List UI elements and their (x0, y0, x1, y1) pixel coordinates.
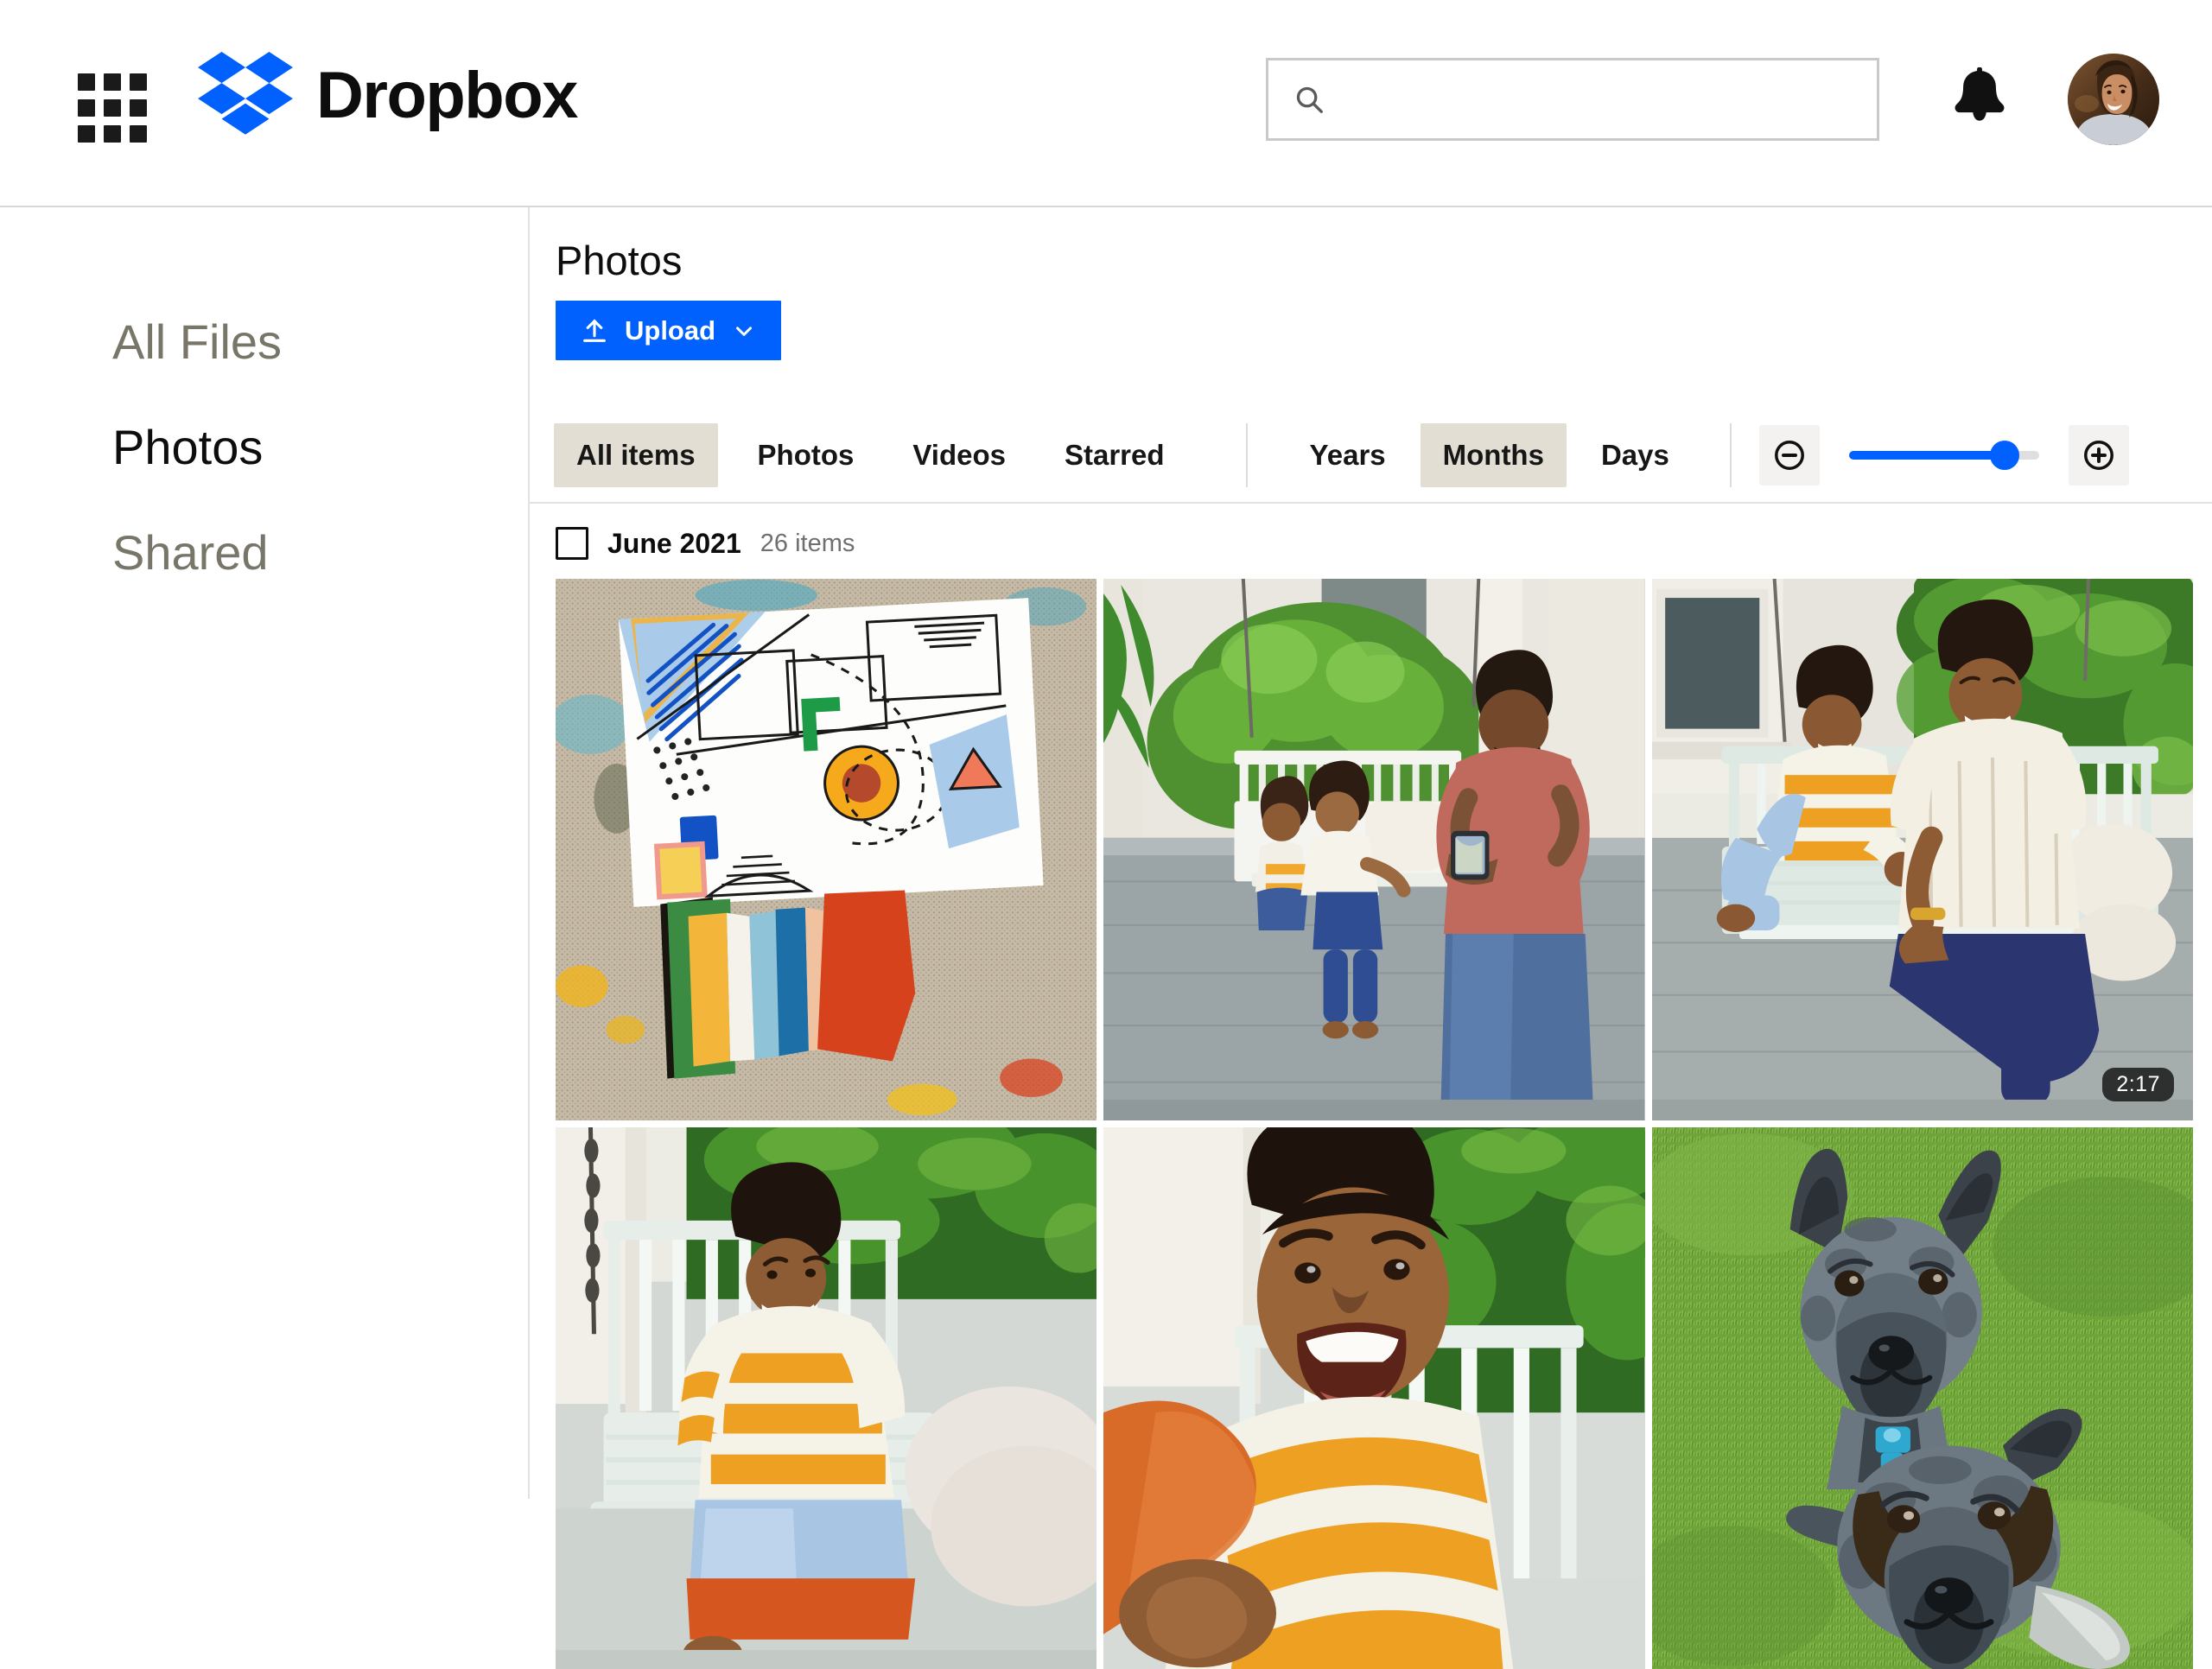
group-select-checkbox[interactable] (556, 527, 588, 560)
brand-home-link[interactable]: Dropbox (197, 52, 578, 140)
photo-tile-family-photographed-on-porch-swing[interactable] (1103, 579, 1645, 1120)
avatar[interactable] (2068, 54, 2159, 145)
photo-tile-boy-selfie-close-up[interactable] (1103, 1127, 1645, 1669)
upload-arrow-icon (583, 318, 606, 342)
photo-thumbnail (556, 579, 1097, 1120)
minus-circle-icon (1774, 440, 1804, 470)
photo-thumbnail (1103, 579, 1645, 1120)
photo-thumbnail (1651, 579, 2193, 1120)
toolbar-divider-right (1729, 422, 1732, 487)
plus-circle-icon (2083, 440, 2113, 470)
group-item-count: 26 items (760, 529, 855, 557)
filter-starred[interactable]: Starred (1042, 423, 1187, 487)
photo-tile-two-blue-heeler-dogs-on-grass[interactable] (1651, 1127, 2193, 1669)
grid-apps-icon[interactable] (78, 73, 147, 143)
toolbar-divider-left (1245, 422, 1248, 487)
timescale-days[interactable]: Days (1579, 423, 1692, 487)
video-duration-badge: 2:17 (2102, 1068, 2174, 1101)
photo-thumbnail (1103, 1127, 1645, 1669)
sidebar-item-photos[interactable]: Photos (112, 423, 263, 472)
upload-button[interactable]: Upload (556, 301, 782, 360)
search-box[interactable] (1266, 58, 1879, 141)
user-avatar (2068, 54, 2159, 145)
upload-button-label: Upload (625, 314, 716, 346)
filter-all-items[interactable]: All items (554, 422, 718, 487)
notifications-button[interactable] (1947, 67, 2012, 136)
zoom-slider[interactable] (1848, 440, 2039, 470)
zoom-slider-handle[interactable] (1990, 440, 2020, 470)
sidebar-item-shared[interactable]: Shared (112, 529, 269, 577)
filter-toolbar: All items Photos Videos Starred Years Mo… (530, 408, 2212, 504)
zoom-slider-fill (1848, 450, 2005, 460)
page-title: Photos (556, 238, 683, 283)
search-icon (1296, 86, 1323, 113)
photo-thumbnail (1651, 1127, 2193, 1669)
photo-tile-mother-and-son-on-porch-swing[interactable]: 2:17 (1651, 579, 2193, 1120)
chevron-down-icon (736, 326, 753, 336)
photo-group-header: June 2021 26 items (556, 527, 855, 560)
bell-icon (1955, 67, 2005, 121)
zoom-in-button[interactable] (2068, 424, 2129, 485)
search-input[interactable] (1341, 60, 1859, 138)
brand-name: Dropbox (316, 59, 578, 132)
photo-thumbnail (556, 1127, 1097, 1669)
filter-photos[interactable]: Photos (735, 423, 877, 487)
photo-tile-abstract-art-collage[interactable] (556, 579, 1097, 1120)
filter-videos[interactable]: Videos (890, 423, 1028, 487)
sidebar-item-all-files[interactable]: All Files (112, 318, 282, 366)
sidebar: All Files Photos Shared (0, 207, 528, 1590)
photo-grid: 2:17 (556, 579, 2193, 1669)
dropbox-logo-icon (198, 52, 293, 135)
app-header: Dropbox (0, 0, 2212, 207)
zoom-out-button[interactable] (1758, 424, 1820, 485)
main-content: Photos Upload All items Photos Videos St… (530, 207, 2212, 1669)
group-title: June 2021 (607, 527, 741, 559)
timescale-months[interactable]: Months (1420, 422, 1567, 487)
timescale-years[interactable]: Years (1287, 423, 1408, 487)
photo-tile-boy-sitting-on-porch-swing[interactable] (556, 1127, 1097, 1669)
